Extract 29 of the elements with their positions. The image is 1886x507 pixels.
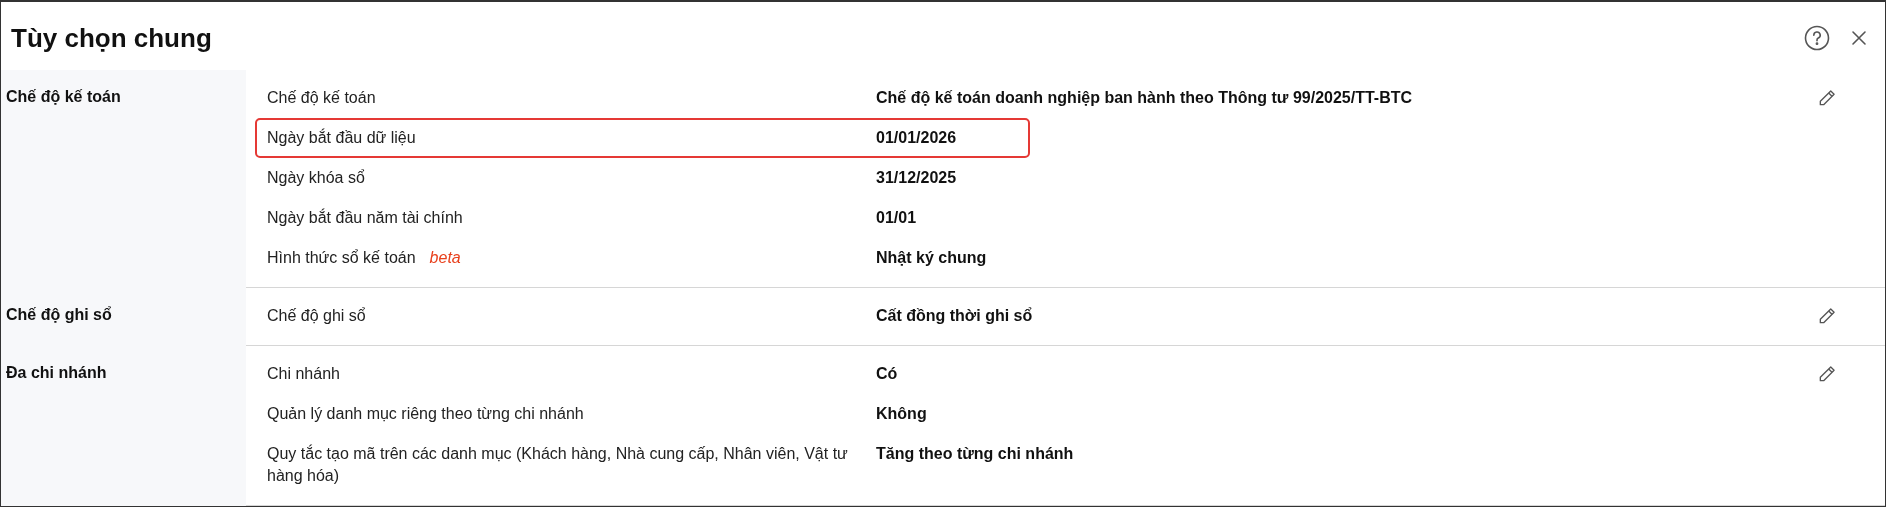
help-icon — [1804, 25, 1830, 51]
setting-value: Nhật ký chung — [876, 248, 988, 268]
help-button[interactable] — [1803, 24, 1831, 52]
setting-value: 01/01/2026 — [876, 128, 958, 148]
setting-value: Có — [876, 364, 899, 384]
setting-value: 31/12/2025 — [876, 168, 958, 188]
setting-label: Chi nhánh — [267, 364, 340, 384]
setting-label: Quy tắc tạo mã trên các danh mục (Khách hàng, Nhà cung cấp, Nhân viên, Vật tư hàng hóa) — [267, 443, 849, 486]
setting-value: Tăng theo từng chi nhánh — [876, 444, 1075, 464]
section-heading: Đa chi nhánh — [6, 364, 107, 382]
section-heading: Chế độ kế toán — [6, 88, 121, 106]
setting-label: Chế độ ghi sổ — [267, 306, 366, 326]
setting-value: 01/01 — [876, 208, 918, 228]
pencil-icon — [1817, 306, 1837, 326]
setting-value: Cất đồng thời ghi sổ — [876, 306, 1034, 326]
setting-label: Hình thức sổ kế toán — [267, 248, 416, 268]
beta-tag: beta — [429, 247, 461, 269]
setting-value: Không — [876, 404, 928, 424]
pencil-icon — [1817, 88, 1837, 108]
setting-label: Chế độ kế toán — [267, 88, 376, 108]
section-heading: Chế độ ghi sổ — [6, 306, 112, 324]
setting-label: Quản lý danh mục riêng theo từng chi nhánh — [267, 404, 584, 424]
setting-label: Ngày bắt đầu năm tài chính — [267, 207, 463, 228]
close-icon — [1851, 30, 1867, 46]
pencil-icon — [1817, 364, 1837, 384]
setting-label: Ngày khóa sổ — [267, 168, 365, 188]
window-title: Tùy chọn chung — [11, 22, 213, 54]
setting-value: Chế độ kế toán doanh nghiệp ban hành theo Thông tư 99/2025/TT-BTC — [876, 88, 1414, 108]
setting-label: Ngày bắt đầu dữ liệu — [267, 127, 416, 148]
